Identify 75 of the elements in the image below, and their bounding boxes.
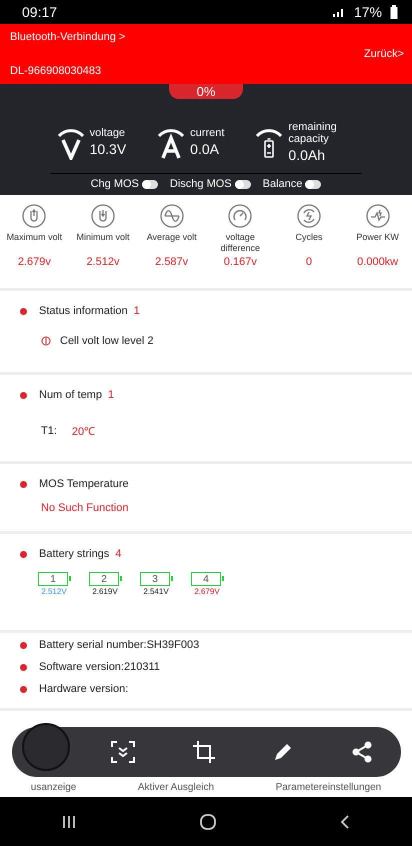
nav-tab[interactable]: Parametereinstellungen: [276, 782, 382, 793]
stat-value: 0.000kw: [357, 256, 398, 268]
info-text: Battery serial number:SH39F003: [39, 639, 200, 651]
battery-percent: 17%: [354, 4, 382, 20]
battery-icon: [390, 5, 398, 19]
cell-voltage: 2.619V: [92, 587, 118, 596]
share-icon[interactable]: [350, 741, 373, 763]
bullet-icon: [20, 480, 27, 488]
toggle-switch[interactable]: [234, 180, 251, 188]
sensor-value: 20℃: [72, 425, 96, 438]
gauge-label: remaining capacity: [288, 120, 338, 144]
section-title: MOS Temperature: [39, 478, 129, 490]
gauge-value: 0.0Ah: [288, 146, 326, 162]
home-icon[interactable]: [199, 812, 217, 830]
switch-label: Dischg MOS: [170, 178, 232, 190]
mos-temperature-value: No Such Function: [41, 502, 128, 514]
bullet-icon: [20, 642, 27, 648]
info-text: Hardware version:: [39, 683, 128, 695]
alarm-text: Cell volt low level 2: [60, 335, 154, 347]
sine-wave-icon: [160, 204, 184, 228]
stat-label: Average volt: [146, 232, 197, 244]
switch-label: Chg MOS: [90, 178, 139, 190]
stat-label: Power KW: [356, 232, 399, 244]
cell-battery: 1: [38, 572, 68, 586]
toggle-switch[interactable]: [142, 180, 158, 188]
back-icon[interactable]: [339, 814, 351, 830]
screenshot-thumbnail[interactable]: [22, 723, 70, 771]
section-title: Status information: [39, 305, 128, 317]
bullet-icon: [20, 550, 27, 558]
scroll-capture-icon[interactable]: [110, 740, 136, 764]
stat-value: 2.679v: [18, 256, 51, 268]
bullet-icon: [20, 686, 27, 692]
device-name: DL-966908030483: [10, 65, 102, 77]
nav-tab[interactable]: Aktiver Ausgleich: [138, 782, 214, 793]
stat-value: 0.167v: [224, 256, 257, 268]
cell-battery: 2: [89, 572, 119, 586]
cell-voltage: 2.541V: [143, 587, 169, 596]
stat-value: 2.587v: [155, 256, 188, 268]
alert-icon: [41, 336, 51, 346]
section-count: 1: [134, 305, 140, 317]
section-title: Num of temp: [39, 389, 102, 401]
stat-label: Cycles: [295, 232, 322, 244]
sensor-label: T1:: [41, 424, 57, 436]
clock: 09:17: [22, 4, 58, 20]
section-title: Battery strings: [39, 548, 110, 560]
cell-voltage: 2.679V: [194, 587, 220, 596]
bullet-icon: [20, 664, 27, 670]
stat-value: 0: [306, 256, 312, 268]
cell-battery: 4: [191, 572, 221, 586]
pulse-icon: [366, 204, 390, 228]
gauge-label: current: [190, 126, 224, 138]
cell-battery: 3: [140, 572, 170, 586]
signal-icon: [332, 7, 346, 17]
bullet-icon: [20, 308, 27, 314]
gauge-label: voltage: [90, 126, 126, 138]
back-link[interactable]: Zurück>: [364, 48, 404, 60]
gauge-value: 0.0A: [190, 140, 220, 156]
stat-label: Minimum volt: [76, 232, 130, 244]
info-text: Software version:210311: [39, 661, 160, 673]
stat-label: voltage difference: [220, 232, 261, 254]
crop-icon[interactable]: [193, 741, 216, 763]
stat-value: 2.512v: [86, 256, 120, 268]
bluetooth-connection-link[interactable]: Bluetooth-Verbindung >: [10, 31, 364, 43]
section-count: 1: [108, 389, 114, 401]
bullet-icon: [20, 392, 27, 398]
recent-apps-icon[interactable]: [61, 814, 77, 830]
nav-tab[interactable]: usanzeige: [30, 782, 76, 793]
soc-badge: 0%: [169, 84, 243, 99]
gauge-icon: [228, 204, 252, 228]
stat-label: Maximum volt: [6, 232, 62, 244]
toggle-switch[interactable]: [305, 180, 322, 188]
section-count: 4: [115, 548, 122, 560]
switch-label: Balance: [262, 178, 302, 190]
cell-voltage: 2.512V: [41, 587, 67, 596]
gauge-value: 10.3V: [90, 140, 126, 156]
